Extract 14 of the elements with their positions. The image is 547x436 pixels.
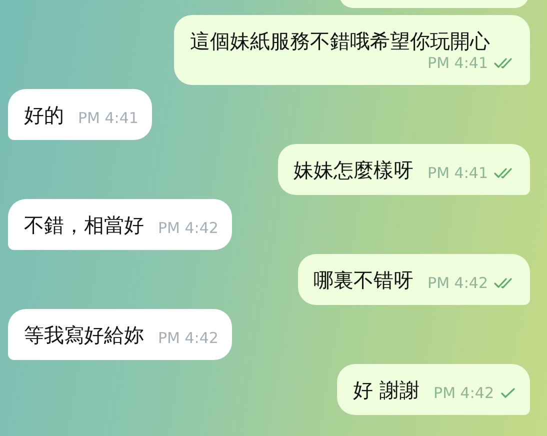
message-text: 好的	[24, 102, 64, 128]
message-time: PM 4:41	[78, 109, 138, 127]
message-text: 哪裏不错呀	[314, 267, 414, 293]
message-time: PM 4:42	[428, 274, 488, 292]
message-text: 這個妹紙服務不錯哦希望你玩開心	[190, 28, 491, 54]
message-time: PM 4:42	[158, 329, 218, 347]
message-text: 不錯，相當好	[24, 212, 144, 238]
message-time: PM 4:41	[428, 54, 488, 72]
message-text: 好 謝謝	[353, 377, 420, 403]
message-time: PM 4:42	[158, 219, 218, 237]
message-time: PM 4:42	[434, 384, 494, 402]
message-time: PM 4:41	[428, 164, 488, 182]
message-text: 妹妹怎麼樣呀	[294, 157, 414, 183]
message-text: 等我寫好給妳	[24, 322, 144, 348]
